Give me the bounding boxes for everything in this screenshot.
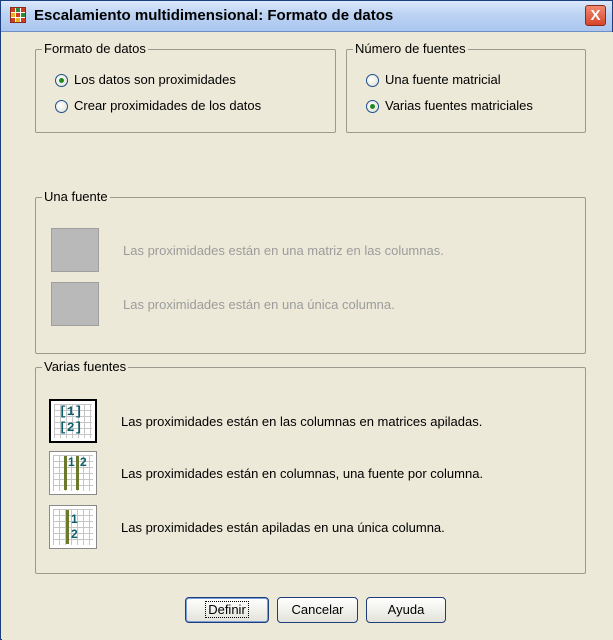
option-matrices-apiladas[interactable]: [1] [2] Las proximidades están en las co… — [49, 399, 482, 443]
option-matriz-en-columnas[interactable]: Las proximidades están en una matriz en … — [51, 228, 444, 272]
option-unica-columna[interactable]: Las proximidades están en una única colu… — [51, 282, 395, 326]
group-formato-de-datos: Formato de datos Los datos son proximida… — [35, 41, 336, 133]
stacked-single-column-icon[interactable]: 1 2 — [49, 505, 97, 549]
option-apiladas-unica-columna[interactable]: 1 2 Las proximidades están apiladas en u… — [49, 505, 445, 549]
group-una-fuente: Una fuente Las proximidades están en una… — [35, 189, 586, 354]
definir-button-label: Definir — [205, 601, 249, 618]
option-label: Las proximidades están en las columnas e… — [121, 413, 483, 429]
dialog-window: Escalamiento multidimensional: Formato d… — [0, 0, 613, 640]
ayuda-button[interactable]: Ayuda — [366, 597, 446, 623]
group-varias-fuentes: Varias fuentes [1] [2] Las proximidades … — [35, 359, 586, 574]
radio-los-datos-son-proximidades[interactable]: Los datos son proximidades — [55, 72, 236, 88]
radio-label: Varias fuentes matriciales — [385, 98, 533, 113]
icon-label-2: 2 — [71, 527, 78, 541]
option-una-fuente-por-columna[interactable]: 1 2 Las proximidades están en columnas, … — [49, 451, 483, 495]
icon-label-2: [2] — [59, 420, 83, 435]
icon-label-2: 2 — [80, 455, 87, 469]
stacked-matrices-icon[interactable]: [1] [2] — [49, 399, 97, 443]
group-legend: Una fuente — [42, 189, 110, 205]
radio-varias-fuentes-matriciales[interactable]: Varias fuentes matriciales — [366, 98, 533, 114]
icon-label-1: [1] — [59, 404, 83, 419]
matrix-columns-icon[interactable] — [51, 228, 99, 272]
radio-unselected-icon[interactable] — [366, 73, 379, 87]
spss-app-icon — [10, 7, 26, 23]
close-button[interactable]: X — [585, 5, 606, 26]
group-legend: Formato de datos — [42, 41, 148, 57]
icon-label-1: 1 — [68, 455, 75, 469]
radio-label: Crear proximidades de los datos — [74, 98, 262, 113]
dialog-content: Formato de datos Los datos son proximida… — [2, 32, 613, 640]
group-legend: Número de fuentes — [353, 41, 468, 57]
source-per-column-icon[interactable]: 1 2 — [49, 451, 97, 495]
window-title: Escalamiento multidimensional: Formato d… — [34, 7, 394, 24]
group-legend: Varias fuentes — [42, 359, 129, 375]
radio-label: Los datos son proximidades — [74, 72, 236, 87]
option-label: Las proximidades están en una matriz en … — [123, 242, 444, 258]
group-numero-de-fuentes: Número de fuentes Una fuente matricial V… — [346, 41, 586, 133]
radio-crear-proximidades[interactable]: Crear proximidades de los datos — [55, 98, 261, 114]
option-label: Las proximidades están apiladas en una ú… — [121, 519, 445, 535]
radio-selected-icon[interactable] — [55, 73, 68, 87]
icon-label-1: 1 — [71, 512, 78, 526]
radio-label: Una fuente matricial — [385, 72, 501, 87]
radio-selected-icon[interactable] — [366, 99, 379, 113]
radio-unselected-icon[interactable] — [55, 99, 68, 113]
option-label: Las proximidades están en columnas, una … — [121, 465, 484, 481]
title-bar[interactable]: Escalamiento multidimensional: Formato d… — [1, 1, 612, 32]
single-column-icon[interactable] — [51, 282, 99, 326]
cancelar-button[interactable]: Cancelar — [277, 597, 358, 623]
definir-button[interactable]: Definir — [185, 597, 269, 623]
radio-una-fuente-matricial[interactable]: Una fuente matricial — [366, 72, 501, 88]
option-label: Las proximidades están en una única colu… — [123, 296, 395, 312]
